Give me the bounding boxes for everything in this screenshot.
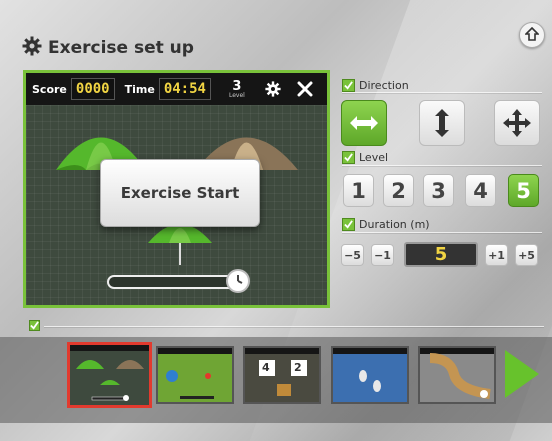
direction-horizontal-button[interactable]	[341, 100, 387, 146]
game-preview: Score 0000 Time 04:54 3 Level Exercise S…	[23, 70, 330, 308]
vertical-arrows-icon	[435, 109, 449, 137]
four-way-arrows-icon	[503, 109, 531, 137]
game-thumbnail-umbrella[interactable]	[67, 342, 152, 408]
level-4-button[interactable]: 4	[465, 174, 496, 207]
divider	[342, 232, 542, 233]
duration-plus5-button[interactable]: +5	[515, 244, 538, 266]
time-value: 04:54	[158, 78, 211, 100]
games-checkbox[interactable]	[29, 320, 40, 331]
road-thumbnail-image	[420, 348, 494, 402]
home-button[interactable]	[519, 22, 545, 48]
direction-label: Direction	[359, 79, 409, 92]
game-thumbnail-walk[interactable]	[331, 346, 409, 404]
duration-plus1-button[interactable]: +1	[485, 244, 508, 266]
duration-value: 5	[404, 242, 478, 267]
exercise-start-button[interactable]: Exercise Start	[100, 159, 260, 227]
stopwatch-icon	[226, 269, 250, 293]
preview-settings-button[interactable]	[265, 81, 281, 97]
gear-icon	[22, 36, 42, 60]
divider	[342, 92, 542, 93]
next-arrow-icon[interactable]	[505, 350, 539, 398]
close-icon	[297, 81, 313, 97]
game-thumbnail-numbers[interactable]: 4 2	[243, 346, 321, 404]
duration-header: Duration (m)	[342, 218, 430, 231]
duration-minus5-button[interactable]: −5	[341, 244, 364, 266]
level-2-button[interactable]: 2	[383, 174, 414, 207]
check-icon	[344, 81, 353, 90]
horizontal-arrows-icon	[350, 116, 378, 130]
ball-thumbnail-image	[158, 348, 232, 402]
duration-minus1-button[interactable]: −1	[371, 244, 394, 266]
level-1-button[interactable]: 1	[343, 174, 374, 207]
numbers-thumbnail-image	[245, 348, 319, 402]
duration-label: Duration (m)	[359, 218, 430, 231]
umbrella-thumbnail-image	[70, 345, 149, 405]
preview-hud: Score 0000 Time 04:54 3 Level	[26, 73, 327, 105]
thumbnail-number-right: 2	[294, 361, 302, 374]
direction-checkbox[interactable]	[342, 79, 355, 92]
score-value: 0000	[70, 78, 115, 100]
direction-header: Direction	[342, 79, 409, 92]
time-label: Time	[124, 82, 155, 96]
thumbnail-number-left: 4	[262, 361, 270, 374]
page-title: Exercise set up	[48, 38, 194, 58]
direction-all-button[interactable]	[494, 100, 540, 146]
level-header: Level	[342, 151, 388, 164]
score-label: Score	[32, 82, 67, 96]
duration-checkbox[interactable]	[342, 218, 355, 231]
level-indicator-value: 3	[232, 78, 242, 94]
level-label: Level	[359, 151, 389, 164]
level-indicator: 3 Level	[229, 80, 245, 99]
game-thumbnail-road[interactable]	[418, 346, 496, 404]
page-header: Exercise set up	[22, 36, 194, 60]
walk-thumbnail-image	[333, 348, 407, 402]
check-icon	[344, 220, 353, 229]
check-icon	[344, 153, 353, 162]
direction-vertical-button[interactable]	[419, 100, 465, 146]
level-indicator-caption: Level	[228, 91, 245, 99]
green-umbrella-small	[148, 224, 212, 265]
check-icon	[30, 321, 39, 330]
timer-progress-bar	[107, 275, 239, 289]
divider	[44, 326, 544, 327]
level-5-button[interactable]: 5	[508, 174, 539, 207]
divider	[342, 165, 542, 166]
game-thumbnail-ball[interactable]	[156, 346, 234, 404]
preview-close-button[interactable]	[297, 81, 313, 97]
home-icon	[524, 26, 540, 45]
level-checkbox[interactable]	[342, 151, 355, 164]
level-3-button[interactable]: 3	[423, 174, 454, 207]
gear-icon	[265, 81, 281, 97]
